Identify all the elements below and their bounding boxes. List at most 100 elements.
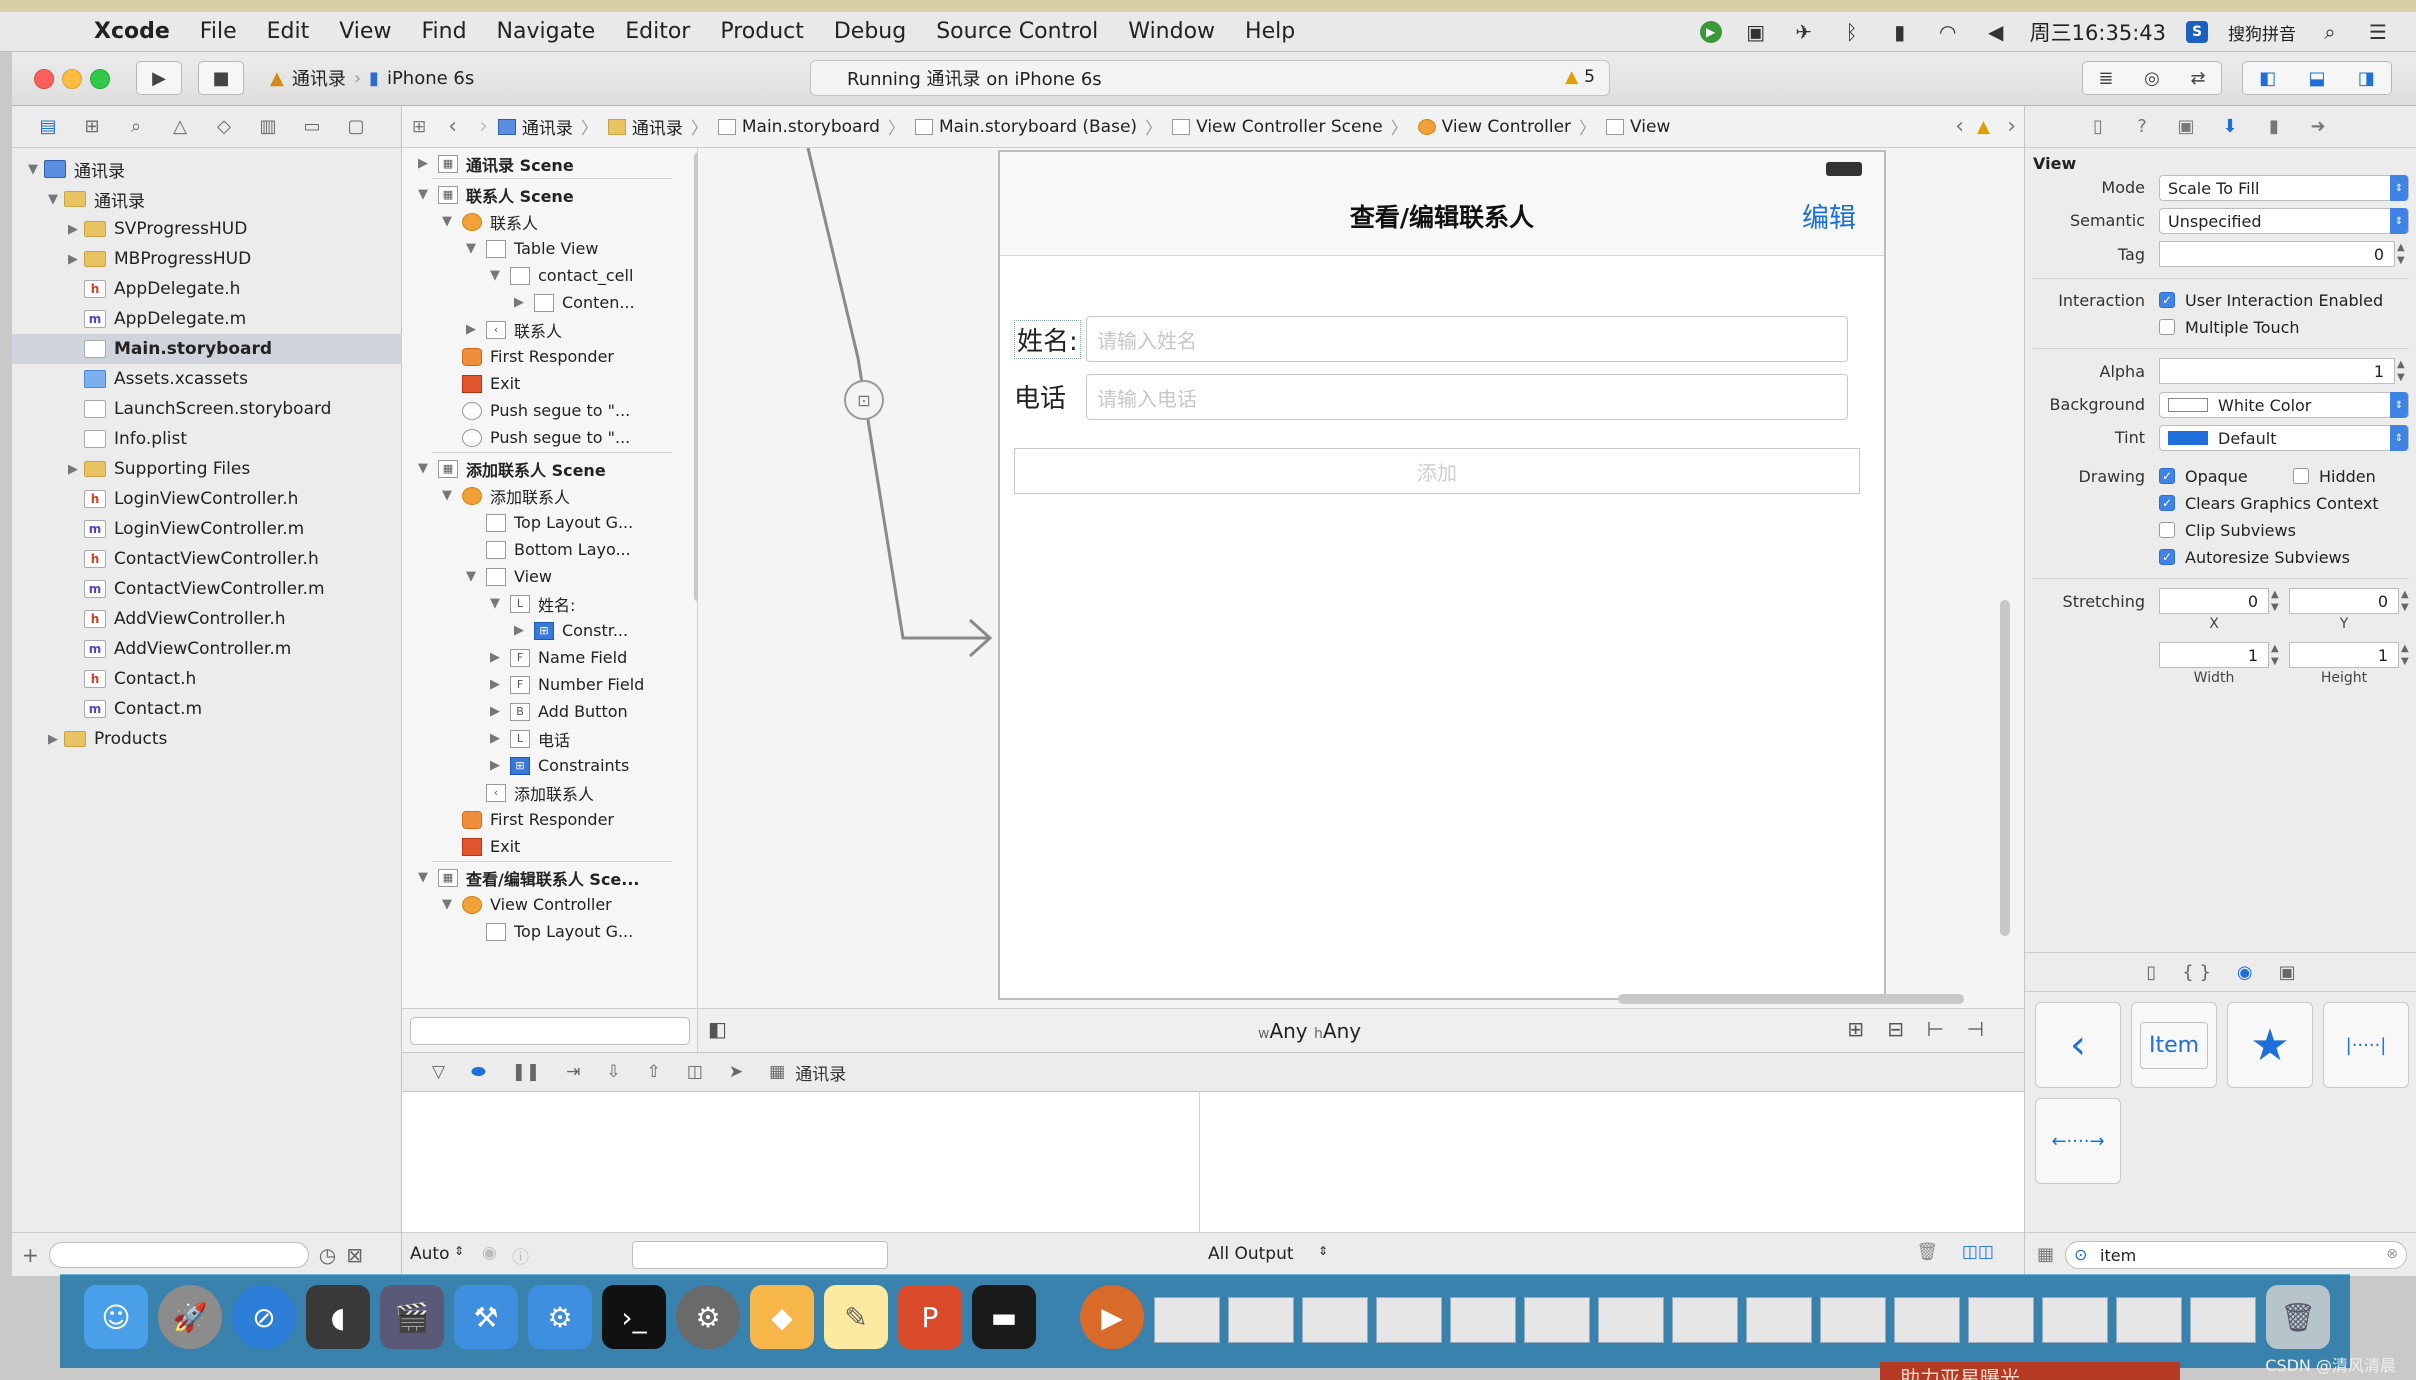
- toggle-debug-area-icon[interactable]: ⬓: [2308, 68, 2325, 89]
- multiple-touch-checkbox[interactable]: Multiple Touch: [2159, 316, 2300, 338]
- disclosure-triangle-icon[interactable]: ▶: [44, 732, 62, 747]
- previous-issue-icon[interactable]: ‹: [1955, 114, 1964, 139]
- navigator-file-row[interactable]: m AppDelegate.m: [12, 304, 402, 334]
- disclosure-triangle-icon[interactable]: ▶: [486, 758, 504, 773]
- split-view-icon[interactable]: ◫◫: [1962, 1242, 1994, 1262]
- outline-row[interactable]: Exit: [438, 370, 520, 397]
- canvas-vertical-scrollbar[interactable]: [2000, 600, 2010, 936]
- outline-row[interactable]: Exit: [438, 833, 520, 860]
- media-library-icon[interactable]: ▣: [2279, 962, 2296, 983]
- breakpoints-toggle-icon[interactable]: ⬬: [471, 1062, 486, 1082]
- minimized-window-thumbnail[interactable]: [2190, 1297, 2256, 1343]
- navigator-file-row[interactable]: h ContactViewController.h: [12, 544, 402, 574]
- airplane-icon[interactable]: ✈: [1790, 20, 1818, 44]
- outline-row[interactable]: ▼ ▦ 查看/编辑联系人 Sce...: [414, 864, 640, 891]
- navigator-file-row[interactable]: m ContactViewController.m: [12, 574, 402, 604]
- outline-row[interactable]: Push segue to "...: [438, 424, 630, 451]
- attributes-inspector-icon[interactable]: ⬇: [2217, 114, 2243, 140]
- stretch-height-stepper[interactable]: ▲ ▼: [2401, 642, 2409, 668]
- disclosure-triangle-icon[interactable]: ▶: [64, 252, 82, 267]
- minimized-window-thumbnail[interactable]: [1968, 1297, 2034, 1343]
- minimized-window-thumbnail[interactable]: [1820, 1297, 1886, 1343]
- minimized-window-thumbnail[interactable]: [1524, 1297, 1590, 1343]
- disclosure-triangle-icon[interactable]: ▼: [462, 241, 480, 256]
- info-icon[interactable]: ⓘ: [512, 1243, 529, 1268]
- mode-popup[interactable]: Scale To Fill ⇕: [2159, 175, 2409, 201]
- menu-product[interactable]: Product: [720, 19, 804, 44]
- project-navigator-icon[interactable]: ▤: [34, 113, 62, 141]
- outline-filter-field[interactable]: [410, 1017, 690, 1045]
- navigator-file-row[interactable]: ▶ Products: [12, 724, 402, 754]
- disclosure-triangle-icon[interactable]: ▼: [44, 192, 62, 207]
- sketch-icon[interactable]: ◆: [750, 1285, 814, 1349]
- toggle-outline-icon[interactable]: ◧: [708, 1017, 727, 1041]
- symbol-navigator-icon[interactable]: ⊞: [78, 113, 106, 141]
- scheme-selector[interactable]: ▲ 通讯录 › ▮ iPhone 6s: [270, 62, 474, 94]
- minimized-window-thumbnail[interactable]: [1672, 1297, 1738, 1343]
- add-button[interactable]: 添加: [1014, 448, 1860, 494]
- outline-row[interactable]: ▶ ‹ 联系人: [462, 316, 562, 343]
- navigator-file-row[interactable]: LaunchScreen.storyboard: [12, 394, 402, 424]
- outline-row[interactable]: ▼ 添加联系人: [438, 482, 570, 509]
- outline-row[interactable]: Bottom Layo...: [462, 536, 631, 563]
- outline-row[interactable]: ▶ Conten...: [510, 289, 635, 316]
- breadcrumb-view[interactable]: View: [1596, 117, 1670, 137]
- run-button[interactable]: ▶: [136, 61, 182, 95]
- view-controller-scene[interactable]: 查看/编辑联系人 编辑 姓名: 请输入姓名 电话 请输入电话 添加: [998, 150, 1886, 1000]
- app-status-icon[interactable]: ▶: [1699, 21, 1722, 43]
- breadcrumb-group[interactable]: 通讯录〉: [598, 114, 708, 139]
- breadcrumb-view-controller[interactable]: View Controller 〉: [1408, 114, 1596, 139]
- ime-label[interactable]: 搜狗拼音: [2228, 20, 2296, 45]
- semantic-popup[interactable]: Unspecified ⇕: [2159, 208, 2409, 234]
- menu-source-control[interactable]: Source Control: [936, 19, 1098, 44]
- safari-icon[interactable]: ⊘: [232, 1285, 296, 1349]
- disclosure-triangle-icon[interactable]: ▼: [414, 461, 432, 476]
- autoresize-subviews-checkbox[interactable]: ✓ Autoresize Subviews: [2159, 546, 2350, 568]
- related-items-icon[interactable]: ⊞: [412, 117, 426, 137]
- step-over-icon[interactable]: ⇥: [566, 1062, 580, 1082]
- tag-stepper[interactable]: ▲ ▼: [2397, 241, 2405, 267]
- outline-row[interactable]: ▶ ⊞ Constraints: [486, 752, 629, 779]
- auto-scope-popup[interactable]: Auto: [410, 1244, 449, 1264]
- media-app-icon[interactable]: 🎬: [380, 1285, 444, 1349]
- menu-help[interactable]: Help: [1245, 19, 1295, 44]
- disclosure-triangle-icon[interactable]: ▼: [414, 187, 432, 202]
- hide-debug-area-icon[interactable]: ▽: [432, 1062, 445, 1082]
- object-library-icon[interactable]: ◉: [2237, 962, 2253, 983]
- minimized-window-thumbnail[interactable]: [1228, 1297, 1294, 1343]
- output-popup[interactable]: All Output: [1208, 1244, 1294, 1264]
- disclosure-triangle-icon[interactable]: ▼: [24, 162, 42, 177]
- minimized-window-thumbnail[interactable]: [2042, 1297, 2108, 1343]
- breadcrumb-storyboard[interactable]: Main.storyboard 〉: [708, 114, 905, 139]
- launchpad-icon[interactable]: 🚀: [158, 1285, 222, 1349]
- spotlight-search-icon[interactable]: ⌕: [2316, 20, 2344, 44]
- disclosure-triangle-icon[interactable]: ▶: [462, 322, 480, 337]
- bar-button-item[interactable]: Item: [2131, 1002, 2217, 1088]
- outline-row[interactable]: ▼ View Controller: [438, 891, 612, 918]
- zoom-window-button[interactable]: [90, 69, 110, 89]
- add-file-icon[interactable]: +: [22, 1243, 39, 1267]
- stack-icon[interactable]: ⊞: [1847, 1017, 1864, 1041]
- menu-debug[interactable]: Debug: [834, 19, 906, 44]
- outline-row[interactable]: ▶ B Add Button: [486, 698, 628, 725]
- variables-view[interactable]: [402, 1092, 1200, 1232]
- debug-navigator-icon[interactable]: ▥: [254, 113, 282, 141]
- navigation-bar[interactable]: 查看/编辑联系人 编辑: [1000, 152, 1884, 256]
- disclosure-triangle-icon[interactable]: ▼: [438, 488, 456, 503]
- bluetooth-icon[interactable]: ᛒ: [1838, 20, 1866, 44]
- code-snippet-library-icon[interactable]: { }: [2182, 962, 2211, 983]
- issue-warning-icon[interactable]: ▲: [1977, 117, 1990, 137]
- disclosure-triangle-icon[interactable]: ▼: [462, 569, 480, 584]
- view-debugger-icon[interactable]: ◫: [687, 1062, 703, 1082]
- menu-find[interactable]: Find: [421, 19, 466, 44]
- navigator-file-row[interactable]: h Contact.h: [12, 664, 402, 694]
- flexible-space-item-icon[interactable]: ←····→: [2035, 1098, 2121, 1184]
- notes-icon[interactable]: ✎: [824, 1285, 888, 1349]
- outline-row[interactable]: ▼ 联系人: [438, 208, 538, 235]
- issue-navigator-icon[interactable]: △: [166, 113, 194, 141]
- size-inspector-icon[interactable]: ▮: [2261, 114, 2287, 140]
- navigator-file-row[interactable]: m LoginViewController.m: [12, 514, 402, 544]
- report-navigator-icon[interactable]: ▢: [342, 113, 370, 141]
- forward-arrow-icon[interactable]: ›: [479, 114, 488, 139]
- clip-subviews-checkbox[interactable]: Clip Subviews: [2159, 519, 2296, 541]
